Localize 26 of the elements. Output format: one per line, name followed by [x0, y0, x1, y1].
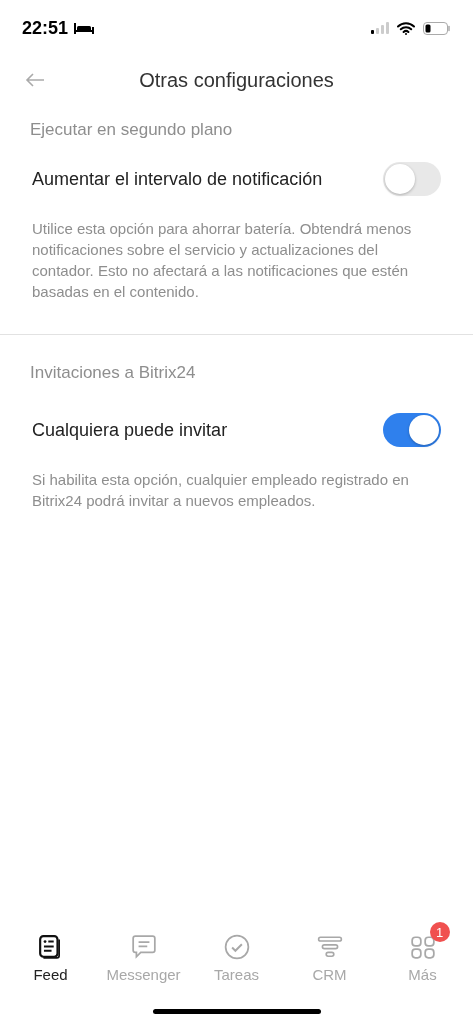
funnel-icon [316, 934, 343, 960]
wifi-icon [397, 21, 415, 35]
checkmark-circle-icon [223, 934, 250, 960]
tab-item[interactable]: Tareas [190, 920, 283, 983]
back-button[interactable] [24, 71, 46, 89]
signal-icon [371, 22, 389, 34]
screen-title: Otras configuraciones [139, 68, 334, 92]
back-arrow-icon [25, 73, 45, 87]
setting-description: Utilice esta opción para ahorrar batería. Obtendrá menos notificaciones sobre el servicio y actualizaciones del contador. Esto no afectará a las notificaciones que estén basadas en el contenido. [32, 219, 413, 302]
setting-description: Si habilita esta opción, cualquier empleado registrado en Bitrix24 podrá invitar a nuevos empleados. [32, 470, 410, 511]
tab-item[interactable]: Messenger [97, 920, 190, 983]
toggle-switch[interactable] [383, 162, 441, 196]
chat-bubble-icon [130, 934, 157, 960]
notification-badge: 1 [429, 922, 450, 942]
battery-icon [423, 21, 451, 35]
toggle-switch[interactable] [383, 413, 441, 447]
tab-item[interactable]: CRM [283, 920, 376, 983]
tab-item[interactable]: Feed [4, 920, 97, 983]
setting-label: Aumentar el intervalo de notificación [32, 168, 323, 190]
section-title: Invitaciones a Bitrix24 [30, 363, 197, 383]
setting-label: Cualquiera puede invitar [32, 419, 228, 441]
bed-icon [74, 22, 95, 34]
status-time: 22:51 [22, 17, 69, 39]
tab-item[interactable]: 1 Más [376, 920, 469, 983]
grid-icon [409, 934, 436, 960]
section-title: Ejecutar en segundo plano [30, 120, 234, 140]
